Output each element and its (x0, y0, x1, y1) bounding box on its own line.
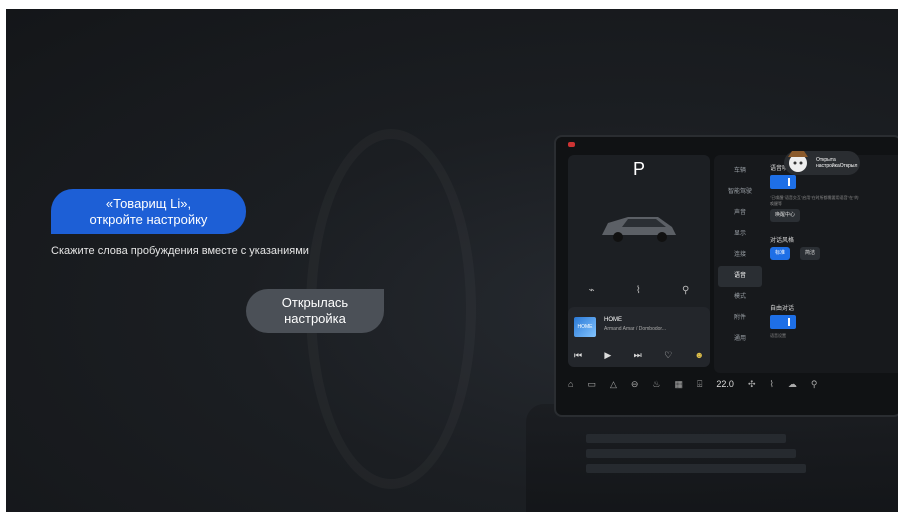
air-vent (586, 464, 806, 473)
infotainment-screen: P ⌁ ⌇ ⚲ HOME HOME Armand Amar / Dombodor… (554, 135, 898, 417)
free-chat-toggle[interactable] (770, 315, 796, 329)
home-icon[interactable]: ⌂ (568, 379, 573, 389)
menu-item[interactable]: 显示 (718, 224, 762, 245)
media-player[interactable]: HOME HOME Armand Amar / Dombodor... ⏮ ▶ … (568, 307, 710, 367)
air-vent (586, 449, 796, 458)
menu-item-selected[interactable]: 语音 (718, 266, 762, 287)
temperature-value[interactable]: 22.0 (716, 379, 734, 389)
seat-icon-2[interactable]: ⌇ (770, 379, 774, 390)
style-concise-button[interactable]: 简洁 (800, 247, 821, 260)
key-icon[interactable]: ⚲ (682, 285, 689, 296)
phone-icon[interactable]: ▭ (587, 379, 596, 390)
style-label: 对话风格 (770, 238, 795, 244)
menu-item[interactable]: 车辆 (718, 161, 762, 182)
settings-panel: 车辆 智能驾驶 声音 显示 连接 语音 模式 附件 通用 语音唤醒 "已唤醒"语… (714, 155, 898, 373)
play-icon[interactable]: ▶ (604, 350, 611, 361)
previous-icon[interactable]: ⏮ (574, 350, 582, 361)
song-artist: Armand Amar / Dombodor... (604, 326, 666, 332)
next-icon[interactable]: ⏭ (634, 350, 642, 361)
navigation-icon[interactable]: △ (610, 379, 617, 390)
car-menu-icon[interactable]: ⊖ (631, 379, 639, 390)
gear-indicator: P (632, 159, 645, 179)
album-cover: HOME (574, 317, 596, 337)
menu-item[interactable]: 附件 (718, 308, 762, 329)
assistant-reply-bubble: Открылась настройка (246, 289, 384, 333)
background-frame: «Товарищ Li», откройте настройку Скажите… (6, 9, 898, 512)
assistant-avatar-icon (788, 151, 808, 172)
user-voice-bubble: «Товарищ Li», откройте настройку (51, 189, 246, 234)
style-standard-button[interactable]: 标准 (770, 247, 791, 260)
assistant-reply-text: Открылась настройка (281, 295, 349, 326)
media-controls: ⏮ ▶ ⏭ ♡ ☻ (574, 350, 704, 361)
bottom-control-bar: ⌂ ▭ △ ⊖ ♨ ▦ ⌹ 22.0 ✣ ⌇ ☁ ⚲ (568, 373, 898, 395)
menu-item[interactable]: 智能驾驶 (718, 182, 762, 203)
seat-heat-icon[interactable]: ♨ (652, 379, 660, 390)
wake-description: "已唤醒"语音交互"启用"在时所都需要用语音"在"的唤醒等 (770, 195, 859, 206)
wake-hint: Скажите слова пробуждения вместе с указа… (51, 245, 309, 257)
chip-line2: настройкаОткрыл (816, 163, 858, 169)
vehicle-controls: ⌁ ⌇ ⚲ (568, 285, 710, 296)
fan-icon[interactable]: ✣ (748, 379, 756, 390)
menu-item[interactable]: 声音 (718, 203, 762, 224)
apps-icon[interactable]: ▦ (675, 379, 684, 390)
free-chat-label: 自由对话 (770, 306, 795, 312)
menu-item[interactable]: 通用 (718, 329, 762, 350)
smile-icon[interactable]: ☻ (694, 350, 703, 361)
dashboard-shape (526, 404, 898, 512)
assistant-chip-text: Открыта настройкаОткрыл (816, 157, 857, 169)
menu-item[interactable]: 连接 (718, 245, 762, 266)
status-indicator (568, 142, 575, 147)
screen-top-bar (556, 137, 898, 151)
air-vent (586, 434, 786, 443)
lock-icon[interactable]: ⌹ (697, 379, 702, 390)
defrost-icon[interactable]: ☁ (788, 379, 797, 390)
door-icon[interactable]: ⌁ (589, 285, 595, 296)
wiper-icon[interactable]: ⚲ (811, 379, 818, 390)
heart-icon[interactable]: ♡ (664, 350, 672, 361)
wake-toggle[interactable] (770, 175, 796, 189)
user-message-line: «Товарищ Li», откройте настройку (89, 195, 208, 227)
car-icon (602, 217, 676, 242)
menu-item[interactable]: 模式 (718, 287, 762, 308)
wake-center-button[interactable]: 唤醒中心 (770, 209, 801, 222)
assistant-chip: Открыта настройкаОткрыл (784, 151, 860, 175)
song-title: HOME (604, 317, 622, 323)
voice-settings-note: 语音设置 (770, 333, 786, 338)
seat-icon[interactable]: ⌇ (636, 285, 641, 296)
settings-menu: 车辆 智能驾驶 声音 显示 连接 语音 模式 附件 通用 (718, 161, 762, 350)
